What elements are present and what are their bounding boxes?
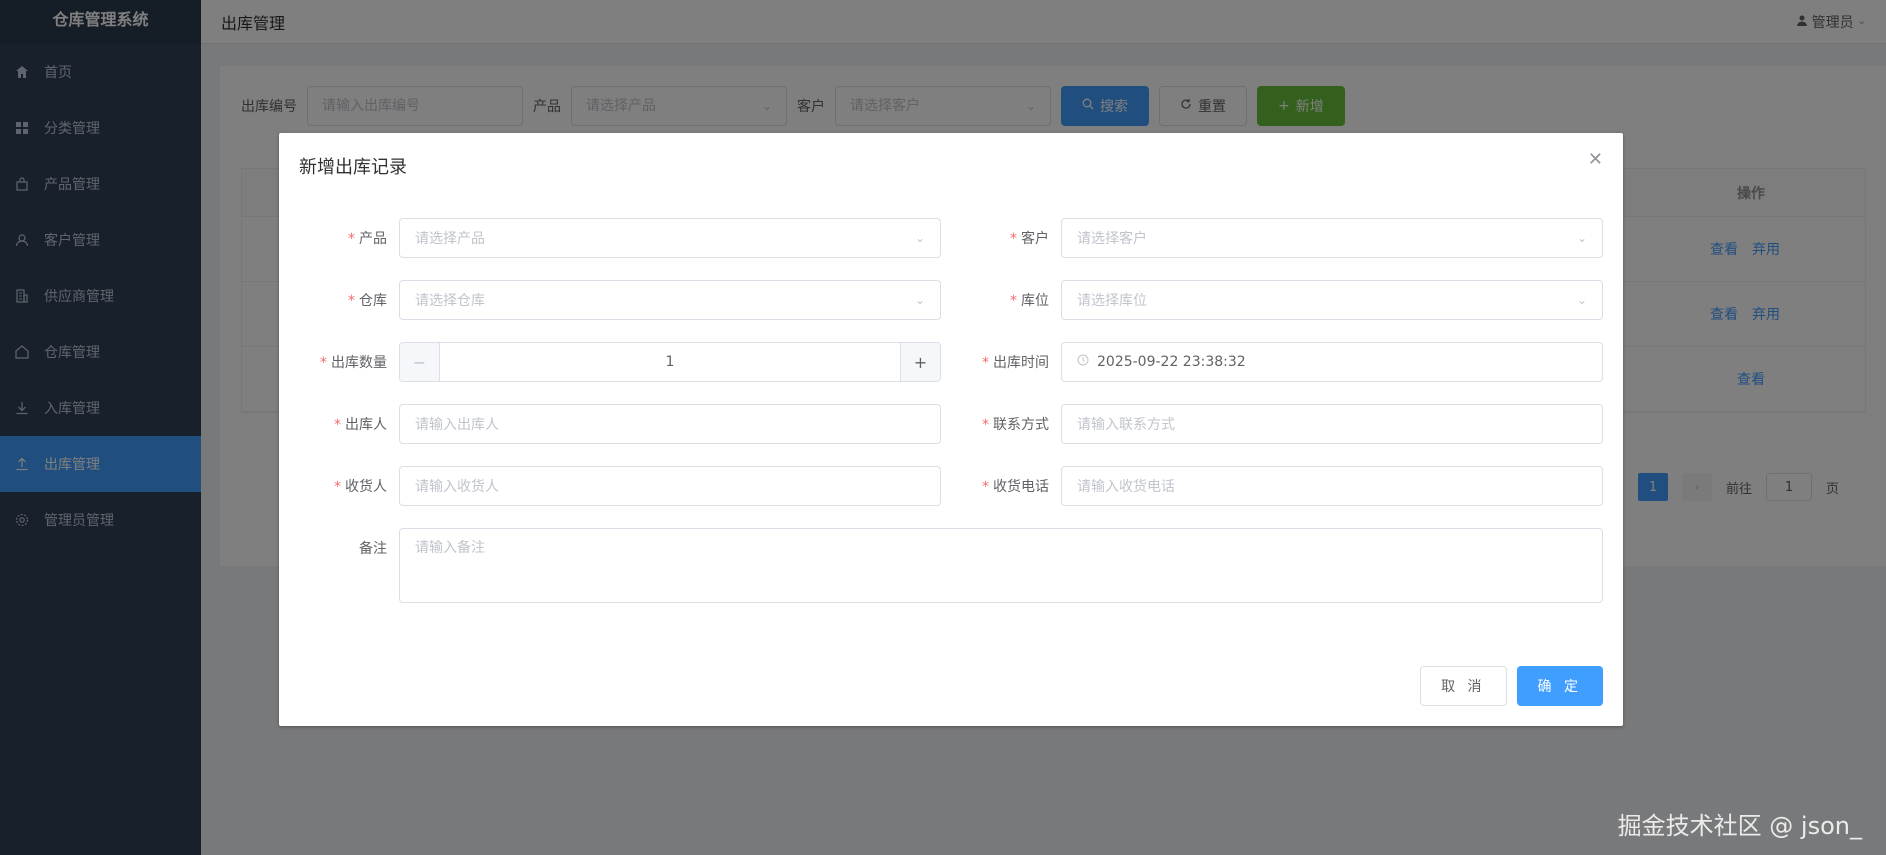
close-icon[interactable]: ✕: [1588, 151, 1603, 169]
product-select[interactable]: 请选择产品 ⌄: [399, 218, 941, 258]
plus-icon[interactable]: +: [900, 343, 940, 381]
cancel-button[interactable]: 取 消: [1420, 666, 1507, 706]
datetime-value: 2025-09-22 23:38:32: [1097, 354, 1246, 370]
datetime-picker[interactable]: 2025-09-22 23:38:32: [1061, 342, 1603, 382]
placeholder: 请选择客户: [1077, 231, 1147, 247]
quantity-field-label: * 出库数量: [279, 352, 399, 372]
required-mark: *: [982, 479, 989, 495]
form-item-location: * 库位 请选择库位 ⌄: [941, 280, 1603, 320]
label-text: 客户: [1021, 231, 1049, 247]
contact-input[interactable]: 请输入联系方式: [1061, 404, 1603, 444]
remark-field-label: 备注: [359, 541, 387, 557]
quantity-input[interactable]: 1: [440, 343, 900, 381]
placeholder: 请输入出库人: [415, 417, 499, 433]
contact-field-label: * 联系方式: [941, 414, 1061, 434]
remark-textarea[interactable]: 请输入备注: [399, 528, 1603, 603]
required-mark: *: [982, 417, 989, 433]
time-field-label: * 出库时间: [941, 352, 1061, 372]
placeholder: 请输入收货人: [415, 479, 499, 495]
placeholder: 请选择库位: [1077, 293, 1147, 309]
form-item-contact: * 联系方式 请输入联系方式: [941, 404, 1603, 444]
form-item-operator: * 出库人 请输入出库人: [279, 404, 941, 444]
label-text: 收货电话: [993, 479, 1049, 495]
warehouse-field-label: * 仓库: [279, 290, 399, 310]
receiver-field-label: * 收货人: [279, 476, 399, 496]
required-mark: *: [982, 355, 989, 371]
required-mark: *: [334, 417, 341, 433]
form-item-product: * 产品 请选择产品 ⌄: [279, 218, 941, 258]
operator-field-label: * 出库人: [279, 414, 399, 434]
operator-input[interactable]: 请输入出库人: [399, 404, 941, 444]
chevron-down-icon: ⌄: [1576, 293, 1587, 307]
add-outbound-dialog: 新增出库记录 ✕ * 产品 请选择产品 ⌄ * 客户 请选择客户 ⌄ * 仓库 请选择…: [279, 133, 1623, 726]
label-text: 库位: [1021, 293, 1049, 309]
placeholder: 请选择仓库: [415, 293, 485, 309]
receiver-phone-field-label: * 收货电话: [941, 476, 1061, 496]
label-text: 出库人: [345, 417, 387, 433]
required-mark: *: [1010, 293, 1017, 309]
form-item-receiver-phone: * 收货电话 请输入收货电话: [941, 466, 1603, 506]
product-field-label: * 产品: [279, 228, 399, 248]
watermark: 掘金技术社区 @ json_: [1617, 812, 1862, 840]
label-text: 出库数量: [331, 355, 387, 371]
required-mark: *: [348, 293, 355, 309]
chevron-down-icon: ⌄: [914, 293, 925, 307]
location-field-label: * 库位: [941, 290, 1061, 310]
form-item-quantity: * 出库数量 − 1 +: [279, 342, 941, 382]
required-mark: *: [348, 231, 355, 247]
form-item-receiver: * 收货人 请输入收货人: [279, 466, 941, 506]
label-text: 仓库: [359, 293, 387, 309]
label-text: 出库时间: [993, 355, 1049, 371]
form-item-warehouse: * 仓库 请选择仓库 ⌄: [279, 280, 941, 320]
customer-select[interactable]: 请选择客户 ⌄: [1061, 218, 1603, 258]
placeholder: 请选择产品: [415, 231, 485, 247]
form-item-customer: * 客户 请选择客户 ⌄: [941, 218, 1603, 258]
dialog-footer: 取 消 确 定: [1420, 666, 1603, 706]
warehouse-select[interactable]: 请选择仓库 ⌄: [399, 280, 941, 320]
placeholder: 请输入收货电话: [1077, 479, 1175, 495]
form-item-remark: 备注: [279, 528, 399, 568]
required-mark: *: [334, 479, 341, 495]
location-select[interactable]: 请选择库位 ⌄: [1061, 280, 1603, 320]
label-text: 联系方式: [993, 417, 1049, 433]
required-mark: *: [320, 355, 327, 371]
label-text: 收货人: [345, 479, 387, 495]
dialog-title: 新增出库记录: [299, 157, 407, 178]
quantity-stepper: − 1 +: [399, 342, 941, 382]
receiver-phone-input[interactable]: 请输入收货电话: [1061, 466, 1603, 506]
placeholder: 请输入备注: [415, 540, 485, 556]
placeholder: 请输入联系方式: [1077, 417, 1175, 433]
required-mark: *: [1010, 231, 1017, 247]
minus-icon[interactable]: −: [400, 343, 440, 381]
label-text: 产品: [359, 231, 387, 247]
form-item-time: * 出库时间 2025-09-22 23:38:32: [941, 342, 1603, 382]
chevron-down-icon: ⌄: [914, 231, 925, 245]
chevron-down-icon: ⌄: [1576, 231, 1587, 245]
confirm-button[interactable]: 确 定: [1516, 666, 1603, 706]
clock-icon: [1077, 354, 1089, 370]
receiver-input[interactable]: 请输入收货人: [399, 466, 941, 506]
customer-field-label: * 客户: [941, 228, 1061, 248]
